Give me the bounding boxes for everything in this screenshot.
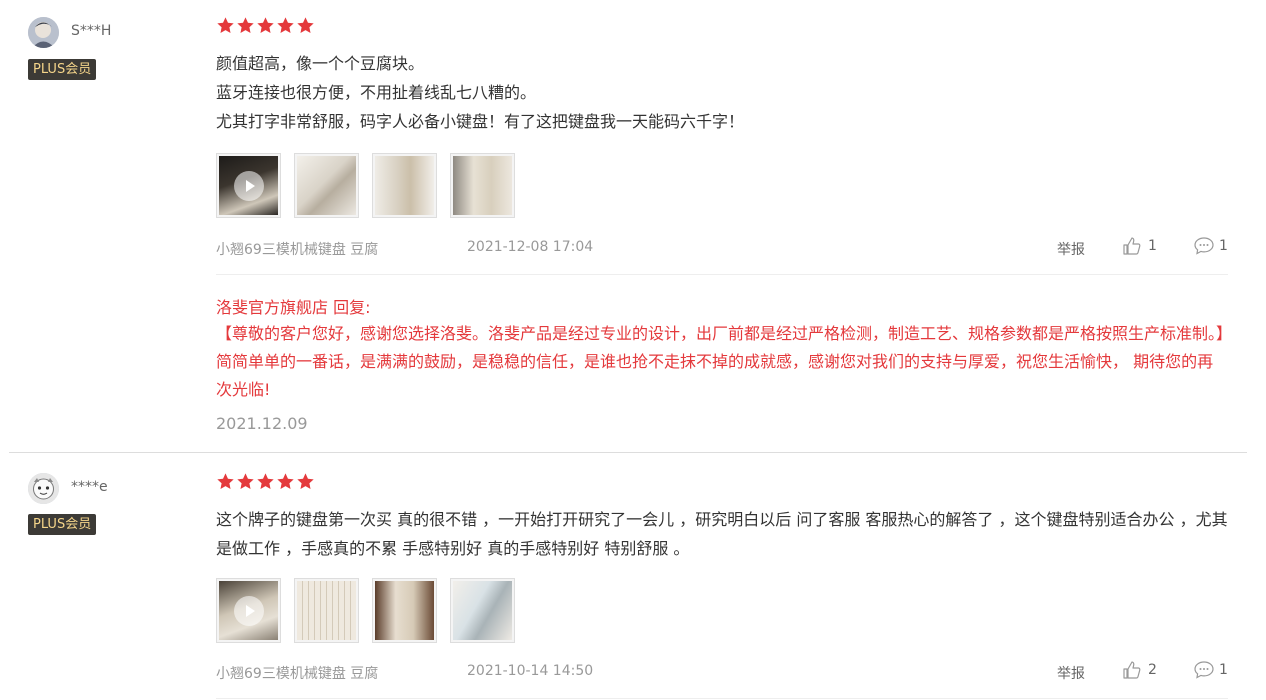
- star-icon: [297, 473, 314, 490]
- image-thumbnail[interactable]: [450, 153, 515, 218]
- plus-member-badge: PLUS会员: [28, 514, 97, 535]
- image-thumbnail[interactable]: [372, 578, 437, 643]
- divider: [216, 698, 1228, 699]
- comment-icon: [1194, 661, 1214, 679]
- comment-button[interactable]: 1: [1193, 236, 1228, 256]
- star-icon: [217, 473, 234, 490]
- review-text: 这个牌子的键盘第一次买 真的很不错 ，一开始打开研究了一会儿 ，研究明白以后 问…: [216, 505, 1228, 563]
- review-images: [216, 578, 515, 643]
- review-text-line: 这个牌子的键盘第一次买 真的很不错 ，一开始打开研究了一会儿 ，研究明白以后 问…: [216, 510, 1228, 558]
- product-variant: 小翘69三模机械键盘 豆腐: [216, 242, 379, 258]
- comment-button[interactable]: 1: [1193, 660, 1228, 680]
- review-text-line: 尤其打字非常舒服，码字人必备小键盘！有了这把键盘我一天能码六千字！: [216, 112, 745, 131]
- star-icon: [277, 473, 294, 490]
- thumbs-up-icon: [1123, 661, 1141, 679]
- star-icon: [257, 17, 274, 34]
- username[interactable]: ****e: [71, 479, 108, 495]
- like-button[interactable]: 2: [1122, 660, 1157, 680]
- image-thumbnail[interactable]: [450, 578, 515, 643]
- like-count: 1: [1148, 238, 1157, 254]
- review-meta: 小翘69三模机械键盘 豆腐 2021-12-08 17:04 举报 1 1: [216, 236, 1228, 259]
- username[interactable]: S***H: [71, 23, 111, 39]
- like-button[interactable]: 1: [1122, 236, 1157, 256]
- report-button[interactable]: 举报: [1057, 239, 1085, 259]
- avatar[interactable]: [28, 473, 59, 504]
- star-icon: [297, 17, 314, 34]
- seller-reply-header: 洛斐官方旗舰店 回复:: [216, 298, 371, 317]
- divider: [216, 274, 1228, 275]
- review-item: ****e PLUS会员 这个牌子的键盘第一次买 真的很不错 ，一开始打开研究了…: [0, 453, 1266, 700]
- review-meta: 小翘69三模机械键盘 豆腐 2021-10-14 14:50 举报 2 1: [216, 660, 1228, 683]
- star-icon: [237, 473, 254, 490]
- image-thumbnail[interactable]: [294, 578, 359, 643]
- avatar[interactable]: [28, 17, 59, 48]
- report-button[interactable]: 举报: [1057, 663, 1085, 683]
- review-images: [216, 153, 515, 218]
- play-icon: [233, 170, 264, 201]
- thumbs-up-icon: [1123, 237, 1141, 255]
- review-text-line: 颜值超高，像一个个豆腐块。: [216, 54, 425, 73]
- comment-icon: [1194, 237, 1214, 255]
- like-count: 2: [1148, 662, 1157, 678]
- star-rating: [216, 472, 315, 492]
- comment-count: 1: [1219, 238, 1228, 254]
- review-text: 颜值超高，像一个个豆腐块。 蓝牙连接也很方便，不用扯着线乱七八糟的。 尤其打字非…: [216, 49, 1228, 136]
- review-date: 2021-10-14 14:50: [467, 663, 594, 679]
- review-item: S***H PLUS会员 颜值超高，像一个个豆腐块。 蓝牙连接也很方便，不用扯着…: [0, 0, 1266, 452]
- star-icon: [237, 17, 254, 34]
- comment-count: 1: [1219, 662, 1228, 678]
- star-icon: [277, 17, 294, 34]
- star-rating: [216, 16, 315, 36]
- star-icon: [217, 17, 234, 34]
- plus-member-badge: PLUS会员: [28, 59, 97, 80]
- seller-reply-text: 【尊敬的客户您好，感谢您选择洛斐。洛斐产品是经过专业的设计，出厂前都是经过严格检…: [216, 324, 1225, 399]
- star-icon: [257, 473, 274, 490]
- play-icon: [233, 595, 264, 626]
- image-thumbnail[interactable]: [372, 153, 437, 218]
- review-text-line: 蓝牙连接也很方便，不用扯着线乱七八糟的。: [216, 83, 537, 102]
- video-thumbnail[interactable]: [216, 153, 281, 218]
- product-variant: 小翘69三模机械键盘 豆腐: [216, 666, 379, 682]
- video-thumbnail[interactable]: [216, 578, 281, 643]
- image-thumbnail[interactable]: [294, 153, 359, 218]
- review-date: 2021-12-08 17:04: [467, 239, 594, 255]
- seller-reply-date: 2021.12.09: [216, 414, 308, 433]
